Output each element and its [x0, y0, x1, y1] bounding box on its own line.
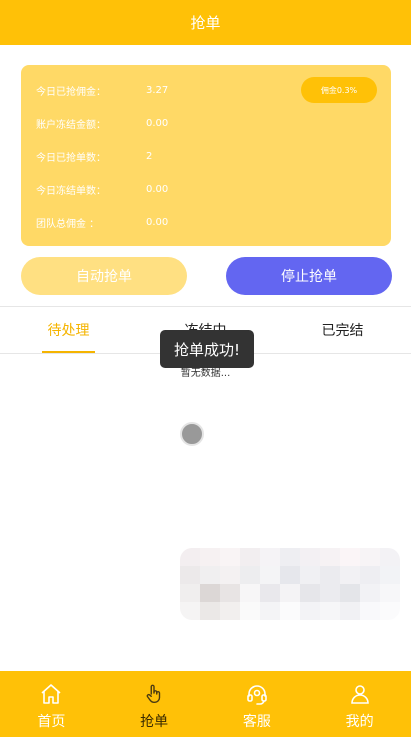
loading-spinner-icon — [180, 422, 204, 446]
stat-label: 账户冻结金额： — [36, 120, 106, 131]
tabbar-item-grab[interactable]: 抢单 — [103, 671, 206, 737]
stat-row-team-commission: 团队总佣金 ： 0.00 — [36, 215, 168, 230]
tabbar-label: 客服 — [242, 714, 271, 730]
stat-row-frozen-orders: 今日冻结单数： 0.00 — [36, 182, 168, 197]
auto-grab-button[interactable]: 自动抢单 — [21, 257, 187, 295]
stat-value: 3.27 — [146, 85, 169, 96]
success-toast: 抢单成功! — [160, 330, 254, 368]
tab-completed[interactable]: 已完结 — [274, 307, 411, 353]
tab-pending[interactable]: 待处理 — [0, 307, 137, 353]
stat-value: 2 — [146, 151, 153, 162]
commission-badge: 佣金0.3% — [301, 77, 377, 103]
stat-row-orders-today: 今日已抢单数： 2 — [36, 149, 152, 164]
stat-label: 今日冻结单数： — [36, 186, 106, 197]
stat-value: 0.00 — [146, 184, 169, 195]
tabbar-item-home[interactable]: 首页 — [0, 671, 103, 737]
headset-icon — [244, 681, 270, 707]
stat-label: 团队总佣金 ： — [36, 219, 100, 230]
home-icon — [38, 681, 64, 707]
tabbar-label: 我的 — [345, 714, 374, 730]
stop-grab-button[interactable]: 停止抢单 — [226, 257, 392, 295]
user-icon — [347, 681, 373, 707]
stats-card: 佣金0.3% 今日已抢佣金： 3.27 账户冻结金额： 0.00 今日已抢单数：… — [21, 65, 391, 246]
stat-label: 今日已抢佣金： — [36, 87, 106, 98]
tabbar-label: 首页 — [37, 714, 66, 730]
stat-row-commission: 今日已抢佣金： 3.27 — [36, 83, 168, 98]
stat-value: 0.00 — [146, 118, 169, 129]
tabbar-label: 抢单 — [140, 714, 169, 730]
bottom-tab-bar: 首页 抢单 客服 我的 — [0, 671, 411, 737]
header-bar: 抢单 — [0, 0, 411, 45]
stat-label: 今日已抢单数： — [36, 153, 106, 164]
page-title: 抢单 — [190, 14, 221, 32]
stat-row-frozen-amount: 账户冻结金额： 0.00 — [36, 116, 168, 131]
stat-value: 0.00 — [146, 217, 169, 228]
tabbar-item-service[interactable]: 客服 — [206, 671, 309, 737]
blurred-area — [180, 548, 400, 620]
hand-pointer-icon — [141, 681, 167, 707]
tabbar-item-mine[interactable]: 我的 — [308, 671, 411, 737]
